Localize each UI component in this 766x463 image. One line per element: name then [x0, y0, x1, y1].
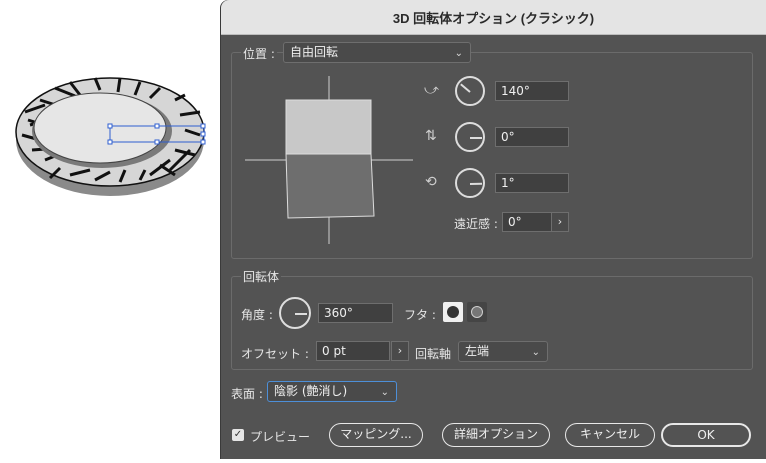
position-label: 位置 : [241, 45, 277, 62]
z-rotation-input[interactable]: 1° [495, 173, 569, 193]
preview-label[interactable]: プレビュー [250, 428, 310, 445]
surface-select-value: 陰影 (艶消し) [274, 384, 348, 398]
axis-select-value: 左端 [465, 344, 490, 358]
angle-input[interactable]: 360° [318, 303, 393, 323]
position-select[interactable]: 自由回転 ⌄ [283, 42, 471, 63]
surface-label: 表面 : [231, 387, 263, 401]
mapping-button[interactable]: マッピング... [329, 423, 423, 447]
axis-select[interactable]: 左端 ⌄ [458, 341, 548, 362]
artboard-canvas[interactable] [0, 0, 222, 459]
revolve-section-label: 回転体 [241, 268, 282, 285]
z-rotation-dial[interactable] [455, 168, 485, 198]
more-options-button[interactable]: 詳細オプション [442, 423, 550, 447]
ok-button[interactable]: OK [661, 423, 751, 447]
rotate-y-icon: ⇅ [425, 128, 437, 144]
axis-label: 回転軸 [415, 347, 452, 361]
perspective-label: 遠近感 : [454, 217, 498, 231]
chevron-down-icon: ⌄ [454, 48, 463, 59]
x-rotation-dial[interactable] [455, 76, 485, 106]
rotate-x-icon: ⤻ [424, 82, 439, 98]
offset-slider-button[interactable]: › [391, 341, 409, 361]
3d-revolve-options-dialog: 3D 回転体オプション (クラシック) 位置 : 自由回転 ⌄ ⤻ 140° ⇅… [220, 0, 766, 459]
y-rotation-dial[interactable] [455, 122, 485, 152]
track-cube[interactable] [241, 76, 417, 246]
cap-label: フタ : [404, 308, 436, 322]
angle-label: 角度 : [241, 308, 273, 322]
chevron-down-icon: ⌄ [531, 347, 540, 358]
preview-checkbox[interactable]: ✓ [232, 429, 244, 441]
rotate-z-icon: ⟲ [425, 174, 437, 190]
offset-label: オフセット : [241, 347, 309, 361]
offset-input[interactable]: 0 pt [316, 341, 390, 361]
cap-off-button[interactable] [467, 302, 487, 322]
y-rotation-input[interactable]: 0° [495, 127, 569, 147]
x-rotation-input[interactable]: 140° [495, 81, 569, 101]
cap-on-button[interactable] [443, 302, 463, 322]
revolved-ring-artwork[interactable] [0, 0, 222, 459]
cancel-button[interactable]: キャンセル [565, 423, 655, 447]
chevron-down-icon: ⌄ [380, 387, 389, 398]
position-select-value: 自由回転 [290, 45, 339, 59]
surface-select[interactable]: 陰影 (艶消し) ⌄ [267, 381, 397, 402]
perspective-slider-button[interactable]: › [551, 212, 569, 232]
perspective-input[interactable]: 0° [502, 212, 552, 232]
dialog-title: 3D 回転体オプション (クラシック) [221, 0, 766, 35]
angle-dial[interactable] [279, 297, 311, 329]
